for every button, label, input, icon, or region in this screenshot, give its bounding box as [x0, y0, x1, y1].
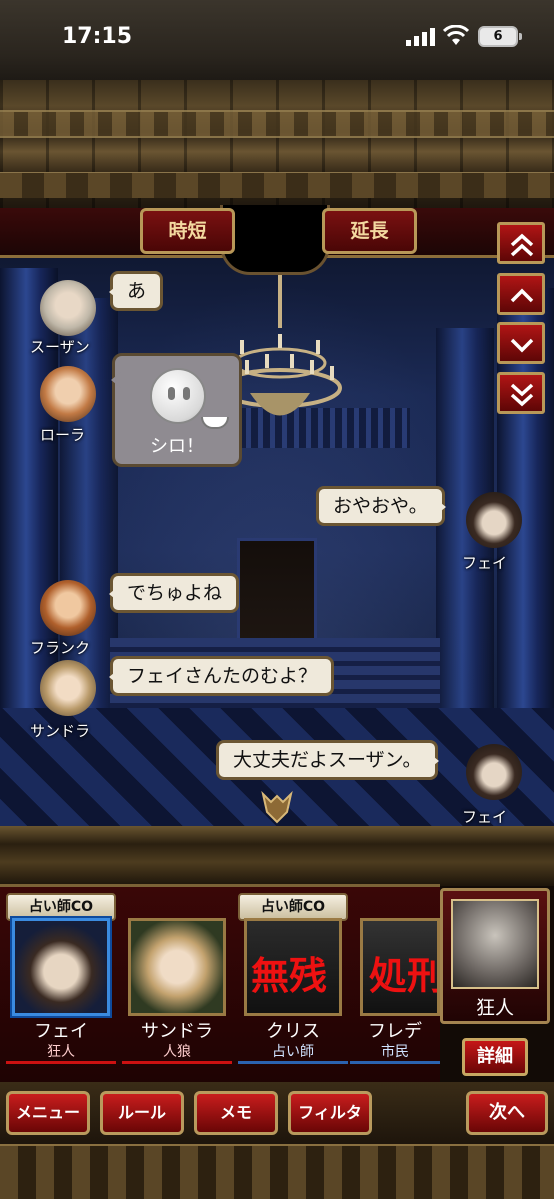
player-card-faye[interactable]	[12, 918, 110, 1016]
chat-stamp: シロ！	[111, 353, 242, 467]
player-name: フェイ	[34, 1021, 88, 1042]
player-tag: 占い師CO	[6, 893, 116, 921]
chevron-up-icon	[510, 288, 534, 303]
speaker-name: フェイ	[462, 554, 508, 572]
detail-button[interactable]: 詳細	[462, 1038, 528, 1076]
smiley-face-icon	[150, 368, 229, 429]
chat-message: おやおや。	[316, 486, 446, 526]
wolf-emblem-icon	[261, 790, 293, 824]
speaker-name: スーザン	[30, 338, 90, 356]
menu-button[interactable]: メニュー	[6, 1091, 90, 1135]
chevron-down-icon	[510, 338, 534, 353]
speaker-name: フェイ	[462, 808, 508, 826]
filter-button[interactable]: フィルタ	[288, 1091, 372, 1135]
player-role: 占い師	[238, 1041, 348, 1064]
memo-button[interactable]: メモ	[194, 1091, 278, 1135]
player-name: フレデ	[368, 1021, 422, 1042]
scroll-to-bottom-button[interactable]	[497, 372, 545, 414]
shorten-time-button[interactable]: 時短	[140, 208, 235, 254]
stamp-text: シロ！	[150, 436, 204, 457]
battery-indicator: 6	[478, 26, 522, 47]
frame-center-ornament	[220, 205, 330, 275]
player-name: クリス	[266, 1021, 320, 1042]
ornament-band	[0, 172, 554, 198]
player-card-sandra[interactable]	[128, 918, 226, 1016]
chat-message: あ	[108, 271, 164, 311]
extend-time-button[interactable]: 延長	[322, 208, 417, 254]
ornamental-cornice	[0, 80, 554, 210]
status-bar: 17:15 6	[0, 0, 554, 80]
ornament-band	[0, 1144, 554, 1199]
player-role: 市民	[350, 1041, 440, 1064]
chat-message: 大丈夫だよスーザン。	[216, 740, 440, 780]
next-button[interactable]: 次へ	[466, 1091, 548, 1135]
rule-button[interactable]: ルール	[100, 1091, 184, 1135]
cellular-signal-icon	[406, 28, 435, 46]
scroll-up-button[interactable]	[497, 273, 545, 315]
speaker-name: サンドラ	[30, 722, 91, 740]
avatar-laura[interactable]	[40, 366, 96, 422]
role-portrait	[451, 899, 539, 989]
chat-message: でちゅよね	[108, 573, 240, 613]
avatar-frank[interactable]	[40, 580, 96, 636]
scroll-to-top-button[interactable]	[497, 222, 545, 264]
speaker-name: フランク	[30, 639, 91, 657]
player-tag: 占い師CO	[238, 893, 348, 921]
chat-message: フェイさんたのむよ？	[108, 656, 335, 696]
speaker-name: ローラ	[40, 426, 86, 444]
clock: 17:15	[62, 24, 133, 49]
avatar-faye[interactable]	[466, 492, 522, 548]
player-card-freddie[interactable]: 処刑	[360, 918, 440, 1016]
player-name: サンドラ	[141, 1021, 213, 1042]
avatar-faye[interactable]	[466, 744, 522, 800]
double-chevron-up-icon	[510, 233, 534, 257]
own-role-label: 狂人	[475, 997, 514, 1019]
wifi-icon	[443, 25, 469, 45]
player-role: 人狼	[122, 1041, 232, 1064]
game-screen: { "status_bar": {"time": "17:15", "batte…	[0, 0, 554, 1199]
double-chevron-down-icon	[510, 383, 534, 407]
ornamental-divider	[0, 790, 554, 886]
player-role: 狂人	[6, 1041, 116, 1064]
avatar-sandra[interactable]	[40, 660, 96, 716]
execution-overlay: 処刑	[369, 953, 440, 998]
own-role-panel[interactable]: 狂人	[440, 888, 550, 1024]
player-card-chris[interactable]: 無残	[244, 918, 342, 1016]
avatar-susan[interactable]	[40, 280, 96, 336]
scroll-down-button[interactable]	[497, 322, 545, 364]
death-overlay: 無残	[251, 953, 328, 998]
ornament-band	[0, 110, 554, 138]
